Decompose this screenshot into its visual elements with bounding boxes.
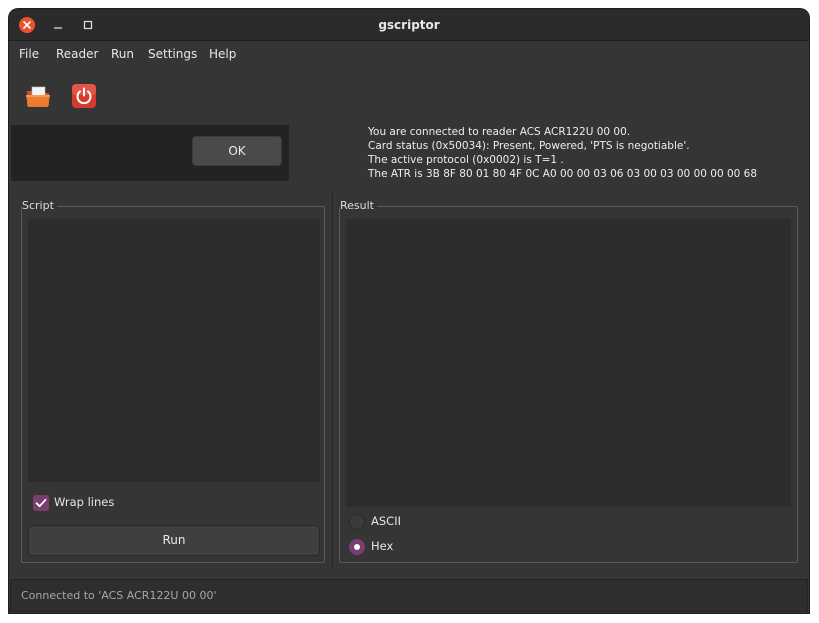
- disconnect-button[interactable]: [69, 81, 99, 111]
- ok-button[interactable]: OK: [192, 136, 282, 166]
- title-bar: gscriptor: [9, 9, 809, 41]
- info-line: You are connected to reader ACS ACR122U …: [368, 126, 631, 138]
- wrap-lines-checkbox[interactable]: [33, 495, 49, 511]
- ascii-label: ASCII: [371, 514, 401, 528]
- app-window: gscriptor File Reader Run Settings Help: [9, 9, 809, 613]
- checkmark-icon: [35, 498, 47, 508]
- hex-label: Hex: [371, 539, 394, 553]
- menu-run[interactable]: Run: [111, 47, 134, 61]
- message-dialog: OK: [11, 125, 289, 181]
- connection-info: You are connected to reader ACS ACR122U …: [368, 125, 798, 181]
- script-editor[interactable]: [28, 219, 320, 482]
- open-file-button[interactable]: [23, 81, 53, 111]
- maximize-icon: [83, 20, 93, 30]
- hex-radio[interactable]: [349, 539, 365, 555]
- run-button[interactable]: Run: [28, 525, 320, 556]
- pane-divider[interactable]: [332, 192, 333, 570]
- menu-bar: File Reader Run Settings Help: [9, 42, 809, 68]
- radio-dot: [354, 544, 360, 550]
- info-line: The active protocol (0x0002) is T=1 .: [368, 154, 564, 166]
- script-label: Script: [22, 199, 57, 212]
- close-icon: [23, 21, 31, 29]
- minimize-window-button[interactable]: [50, 17, 66, 33]
- info-line: The ATR is 3B 8F 80 01 80 4F 0C A0 00 00…: [368, 168, 758, 180]
- status-bar: Connected to 'ACS ACR122U 00 00': [10, 579, 808, 612]
- maximize-window-button[interactable]: [80, 17, 96, 33]
- menu-reader[interactable]: Reader: [56, 47, 98, 61]
- menu-file[interactable]: File: [19, 47, 39, 61]
- menu-settings[interactable]: Settings: [148, 47, 197, 61]
- menu-help[interactable]: Help: [209, 47, 236, 61]
- status-text: Connected to 'ACS ACR122U 00 00': [21, 589, 217, 602]
- result-label: Result: [340, 199, 377, 212]
- result-view[interactable]: [346, 219, 791, 507]
- open-folder-icon: [26, 86, 50, 107]
- power-icon: [72, 84, 96, 108]
- ascii-radio[interactable]: [349, 514, 365, 530]
- info-line: Card status (0x50034): Present, Powered,…: [368, 140, 690, 152]
- close-window-button[interactable]: [19, 17, 35, 33]
- wrap-lines-label: Wrap lines: [54, 495, 115, 509]
- minimize-icon: [54, 27, 62, 29]
- window-title: gscriptor: [378, 18, 440, 32]
